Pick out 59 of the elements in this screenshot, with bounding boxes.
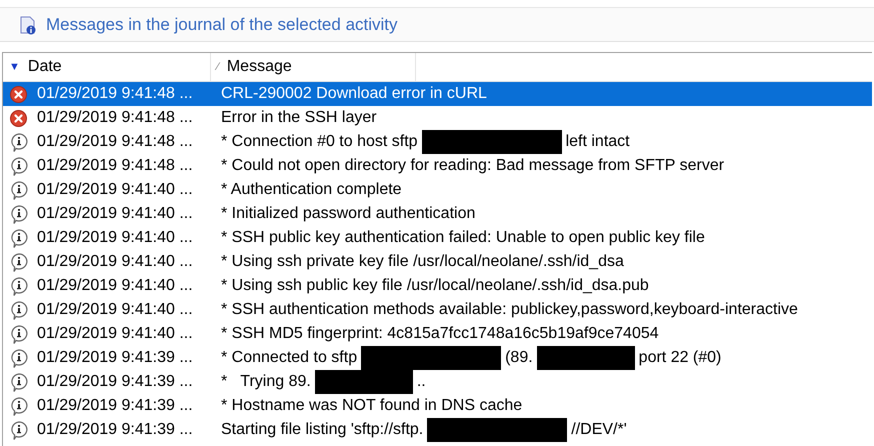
date-cell-text: 01/29/2019 9:41:39 ... [37,348,194,368]
message-text: * Hostname was NOT found in DNS cache [221,396,522,416]
date-cell-text: 01/29/2019 9:41:40 ... [37,276,194,296]
date-cell-text: 01/29/2019 9:41:48 ... [37,156,194,176]
message-text: .. [416,372,426,392]
message-text: * Using ssh private key file /usr/local/neolane/.ssh/id_dsa [221,252,624,272]
info-bubble-icon [10,300,28,320]
column-label: Date [28,57,62,77]
message-text: * Using ssh public key file /usr/local/neolane/.ssh/id_dsa.pub [221,276,649,296]
date-cell-text: 01/29/2019 9:41:40 ... [37,324,194,344]
message-text: * Could not open directory for reading: Bad message from SFTP server [221,156,724,176]
info-bubble-icon [10,420,28,440]
date-cell-text: 01/29/2019 9:41:48 ... [37,132,194,152]
message-text: * Trying 89. [221,372,311,392]
date-cell-text: 01/29/2019 9:41:39 ... [37,372,194,392]
error-icon [10,86,27,102]
message-text: left intact [566,132,630,152]
date-cell-text: 01/29/2019 9:41:39 ... [37,396,194,416]
date-cell-text: 01/29/2019 9:41:48 ... [37,108,194,128]
date-cell-text: 01/29/2019 9:41:40 ... [37,252,194,272]
column-header[interactable]: ⁄ Message [211,53,416,81]
message-text: (89. [505,348,533,368]
message-text: * SSH public key authentication failed: Unable to open public key file [221,228,705,248]
message-text: //DEV/*' [571,420,627,440]
message-text: Error in the SSH layer [221,108,377,128]
message-text: * SSH MD5 fingerprint: 4c815a7fcc1748a16c5b19af9ce74054 [221,324,659,344]
sort-indicator: ⁄ [217,60,219,75]
info-bubble-icon [10,228,28,248]
date-cell-text: 01/29/2019 9:41:40 ... [37,300,194,320]
info-bubble-icon [10,396,28,416]
info-bubble-icon [10,180,28,200]
sort-indicator: ▼ [9,60,20,75]
message-text: * SSH authentication methods available: publickey,password,keyboard-interactive [221,300,798,320]
info-bubble-icon [10,156,28,176]
info-bubble-icon [10,324,28,344]
message-text: * Connected to sftp [221,348,358,368]
log-row[interactable]: 01/29/2019 9:41:48 ... CRL-290002 Download error in cURL [3,82,872,106]
message-text: port 22 (#0) [638,348,722,368]
date-cell-text: 01/29/2019 9:41:40 ... [37,204,194,224]
date-cell-text: 01/29/2019 9:41:48 ... [37,84,194,104]
info-bubble-icon [10,252,28,272]
panel-title: Messages in the journal of the selected activity [46,14,398,36]
info-bubble-icon [10,372,28,392]
message-text: Starting file listing 'sftp://sftp. [221,420,424,440]
message-text: * Initialized password authentication [221,204,476,224]
message-text: * Authentication complete [221,180,402,200]
column-header[interactable]: ▼ Date [3,53,211,81]
info-bubble-icon [10,204,28,224]
document-info-icon [18,14,38,34]
column-label: Message [226,57,292,77]
info-bubble-icon [10,348,28,368]
date-cell-text: 01/29/2019 9:41:40 ... [37,228,194,248]
message-text: CRL-290002 Download error in cURL [221,84,487,104]
error-icon [10,110,27,126]
info-bubble-icon [10,132,28,152]
message-text: * Connection #0 to host sftp [221,132,418,152]
date-cell-text: 01/29/2019 9:41:40 ... [37,180,194,200]
info-bubble-icon [10,276,28,296]
date-cell-text: 01/29/2019 9:41:39 ... [37,420,194,440]
